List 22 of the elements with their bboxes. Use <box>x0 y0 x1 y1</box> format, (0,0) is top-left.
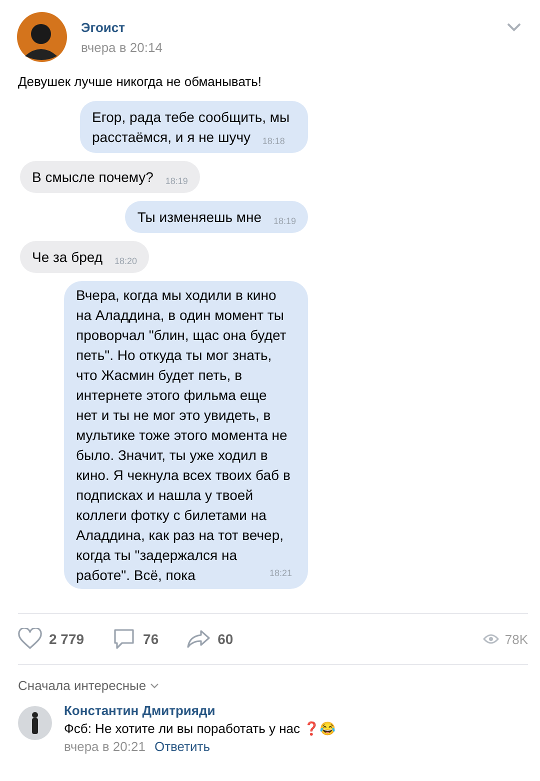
heart-icon <box>18 628 42 650</box>
post-time[interactable]: вчера в 20:14 <box>81 40 492 54</box>
share-button[interactable]: 60 <box>186 628 234 650</box>
comment-button[interactable]: 76 <box>112 628 159 650</box>
sort-dropdown[interactable]: Сначала интересные <box>18 678 146 693</box>
received-message: В смысле почему? 18:19 <box>20 161 200 193</box>
arrow-icon <box>186 628 211 650</box>
reply-link[interactable]: Ответить <box>154 739 210 754</box>
sent-message: Ты изменяешь мне 18:19 <box>125 201 308 233</box>
view-count: 78K <box>504 632 528 646</box>
like-button[interactable]: 2 779 <box>18 628 84 650</box>
commenter-name[interactable]: Константин Дмитрияди <box>64 703 336 718</box>
speech-bubble-icon <box>112 628 136 650</box>
comment-time: вчера в 20:21 <box>64 739 146 754</box>
sent-message: Егор, рада тебе сообщить, мы расстаёмся, и я не шучу 18:18 <box>80 101 308 153</box>
chevron-down-icon[interactable] <box>150 682 160 688</box>
eye-icon <box>482 634 499 644</box>
comment-text: Фсб: Не хотите ли вы поработать у нас ❓😂 <box>64 721 336 736</box>
received-message: Че за бред 18:20 <box>20 241 149 273</box>
author-name[interactable]: Эгоист <box>81 20 492 34</box>
post-text: Девушек лучше никогда не обманывать! <box>17 73 262 89</box>
sent-message: Вчера, когда мы ходили в кино на Аладдина, в один момент ты проворчал "блин, щас она будет петь". Но откуда ты мог знать, что Жасмин будет петь, в интернете этого фильма еще нет и ты не мог это увидеть, в мультике тоже этого момента не было. Значит, ты уже ходил в кино. Я чекнула всех твоих баб в подписках и нашла у твоей коллеги фотку с билетами на Аладдина, как раз на тот вечер, когда ты "задержался на работе". Всё, пока 18:21 <box>64 281 308 589</box>
